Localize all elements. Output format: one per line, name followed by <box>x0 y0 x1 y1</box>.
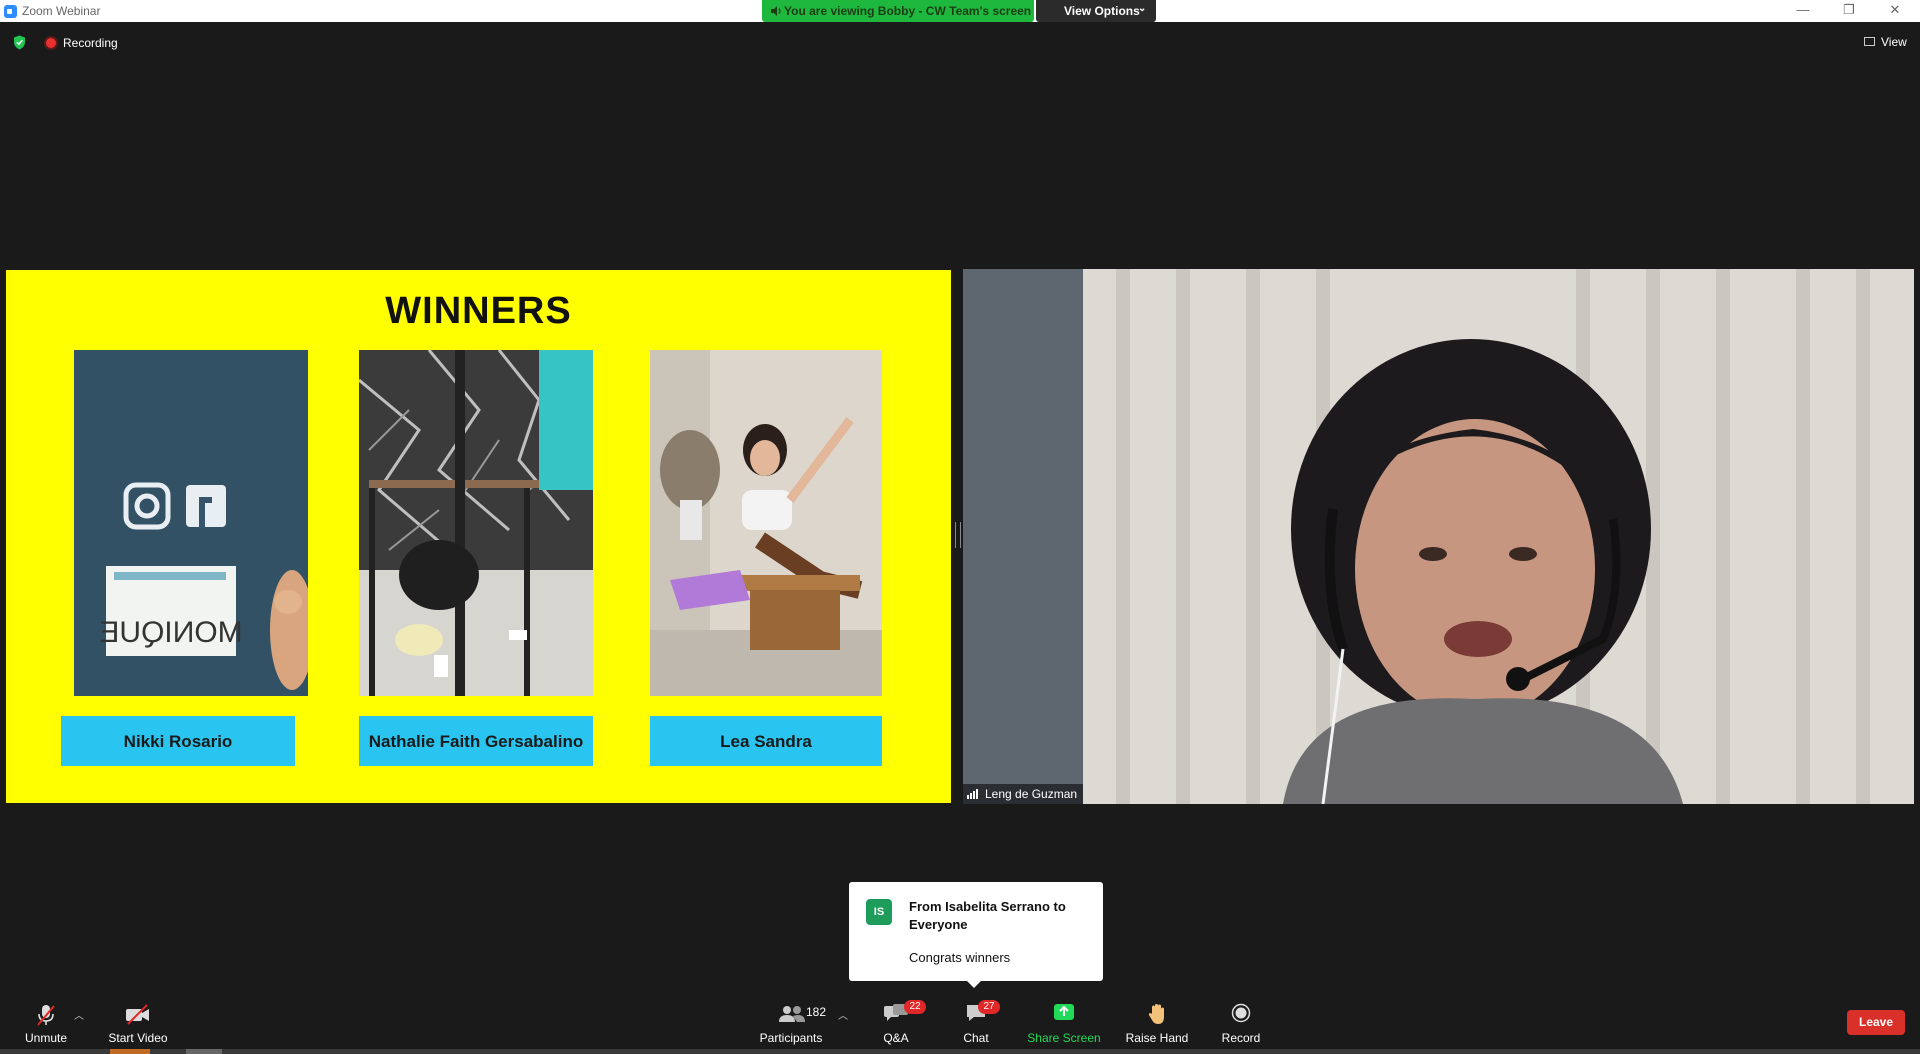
share-screen-icon <box>1054 1004 1074 1020</box>
signal-strength-icon <box>967 789 978 799</box>
winner-photo-3 <box>650 350 882 696</box>
unmute-button[interactable]: Unmute <box>18 997 74 1049</box>
view-options-label: View Options <box>1064 4 1140 18</box>
viewing-text: You are viewing Bobby - CW Team's screen <box>784 4 1032 18</box>
shield-icon[interactable] <box>13 35 26 50</box>
chat-message: Congrats winners <box>909 950 1011 965</box>
svg-text:MONIQUE: MONIQUE <box>99 616 242 649</box>
start-video-button[interactable]: Start Video <box>106 997 170 1049</box>
winner-name-2: Nathalie Faith Gersabalino <box>359 716 593 766</box>
shared-screen-slide: WINNERS MONIQUE Nikki Rosario Nathalie F… <box>6 270 951 803</box>
muted-microphone-icon <box>37 1005 55 1026</box>
participant-name-tag: Leng de Guzman <box>963 784 1084 804</box>
winner-name-1: Nikki Rosario <box>61 716 295 766</box>
start-video-label: Start Video <box>108 1031 168 1045</box>
raise-hand-button[interactable]: Raise Hand <box>1124 997 1190 1049</box>
taskbar-active-indicator <box>110 1049 150 1054</box>
chat-label: Chat <box>963 1031 989 1045</box>
audio-options-caret-icon[interactable]: ︿ <box>74 1007 84 1022</box>
participants-options-caret-icon[interactable]: ︿ <box>838 1007 848 1022</box>
taskbar-strip <box>0 1049 1920 1054</box>
view-button[interactable]: View <box>1856 32 1907 52</box>
unmute-label: Unmute <box>24 1031 68 1045</box>
meeting-toolbar: Unmute ︿ Start Video 182 Participants ︿ … <box>0 997 1920 1054</box>
chat-button[interactable]: 27 Chat <box>952 997 1000 1049</box>
close-button[interactable]: ✕ <box>1872 0 1918 22</box>
title-bar: Zoom Webinar You are viewing Bobby - CW … <box>0 0 1920 22</box>
raise-hand-icon <box>1148 1004 1164 1024</box>
qa-button[interactable]: 22 Q&A <box>872 997 926 1049</box>
chat-sender: From Isabelita Serrano to Everyone <box>909 899 1066 932</box>
participants-label: Participants <box>759 1031 823 1045</box>
share-screen-label: Share Screen <box>1027 1031 1101 1045</box>
qa-badge: 22 <box>904 1000 926 1014</box>
participants-icon <box>779 1006 805 1022</box>
record-label: Record <box>1221 1031 1261 1045</box>
winner-photo-2 <box>359 350 593 696</box>
record-icon <box>1231 1003 1251 1023</box>
avatar: IS <box>866 899 892 925</box>
raise-hand-label: Raise Hand <box>1125 1031 1189 1045</box>
winner-photo-1: MONIQUE <box>74 350 308 696</box>
viewing-screen-banner: You are viewing Bobby - CW Team's screen <box>762 0 1034 22</box>
video-frame-image <box>963 269 1914 804</box>
qa-label: Q&A <box>883 1031 909 1045</box>
view-label: View <box>1881 35 1907 49</box>
speaker-icon <box>771 6 781 16</box>
chevron-down-icon: ⌄ <box>1138 3 1147 14</box>
leave-button[interactable]: Leave <box>1847 1010 1905 1035</box>
recording-icon <box>46 38 56 48</box>
share-screen-button[interactable]: Share Screen <box>1026 997 1102 1049</box>
taskbar-item <box>186 1049 222 1054</box>
restore-button[interactable]: ❐ <box>1826 0 1872 22</box>
video-off-icon <box>126 1004 149 1025</box>
record-button[interactable]: Record <box>1216 997 1266 1049</box>
zoom-logo-icon <box>4 5 17 18</box>
participant-video[interactable] <box>963 269 1914 804</box>
recording-label: Recording <box>63 36 118 50</box>
split-view-resize-handle[interactable] <box>955 522 961 548</box>
window-title: Zoom Webinar <box>22 4 101 18</box>
minimize-button[interactable]: — <box>1780 0 1826 22</box>
participants-count: 182 <box>806 1005 827 1019</box>
view-options-button[interactable]: View Options ⌄ <box>1036 0 1156 22</box>
winner-name-3: Lea Sandra <box>650 716 882 766</box>
slide-title: WINNERS <box>385 290 572 332</box>
participant-name: Leng de Guzman <box>985 787 1078 801</box>
participants-button[interactable]: 182 Participants <box>756 997 826 1049</box>
grid-view-icon <box>1864 37 1875 46</box>
chat-notification[interactable]: IS From Isabelita Serrano to Everyone Co… <box>849 882 1103 988</box>
chat-badge: 27 <box>978 1000 1000 1014</box>
